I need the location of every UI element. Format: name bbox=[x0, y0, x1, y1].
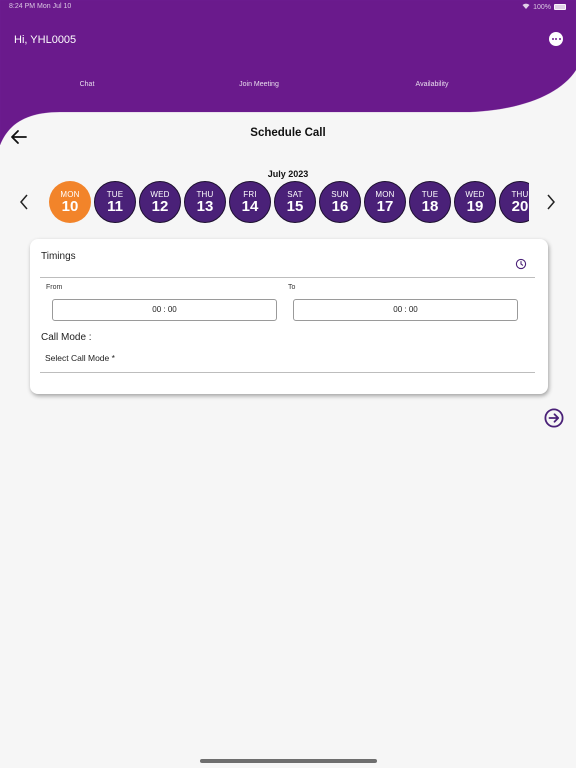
date-day-number: 14 bbox=[241, 197, 259, 215]
tab-availability[interactable]: Availability bbox=[416, 81, 449, 88]
date-item[interactable]: WED 19 bbox=[454, 181, 496, 223]
home-indicator[interactable] bbox=[200, 759, 377, 763]
from-time-input[interactable]: 00 : 00 bbox=[52, 299, 277, 321]
date-day-number: 10 bbox=[61, 197, 79, 215]
date-day-number: 15 bbox=[286, 197, 304, 215]
date-item[interactable]: THU 20 bbox=[499, 181, 529, 223]
clock-icon[interactable] bbox=[515, 258, 527, 270]
date-item[interactable]: TUE 18 bbox=[409, 181, 451, 223]
call-mode-select[interactable]: Select Call Mode * bbox=[45, 353, 115, 363]
battery-icon bbox=[554, 4, 566, 10]
date-day-number: 12 bbox=[151, 197, 169, 215]
date-day-number: 18 bbox=[421, 197, 439, 215]
to-time-input[interactable]: 00 : 00 bbox=[293, 299, 518, 321]
date-day-number: 20 bbox=[511, 197, 529, 215]
date-item[interactable]: FRI 14 bbox=[229, 181, 271, 223]
timings-label: Timings bbox=[41, 251, 76, 262]
greeting: Hi, YHL0005 bbox=[14, 34, 77, 46]
date-item[interactable]: WED 12 bbox=[139, 181, 181, 223]
date-item[interactable]: TUE 11 bbox=[94, 181, 136, 223]
date-day-number: 11 bbox=[107, 197, 123, 215]
to-label: To bbox=[288, 284, 296, 291]
date-item[interactable]: MON 17 bbox=[364, 181, 406, 223]
date-day-number: 19 bbox=[466, 197, 484, 215]
more-dot bbox=[558, 38, 561, 40]
tab-chat[interactable]: Chat bbox=[80, 81, 95, 88]
date-day-number: 13 bbox=[196, 197, 214, 215]
timings-divider bbox=[40, 277, 535, 278]
status-bar: 8:24 PM Mon Jul 10 100% bbox=[0, 2, 576, 14]
more-dots-icon bbox=[551, 38, 554, 40]
date-strip: MON 10 TUE 11 WED 12 THU 13 FRI 14 SAT 15 SUN 16 MON 17… bbox=[49, 181, 529, 223]
page-title: Schedule Call bbox=[250, 127, 326, 139]
status-time: 8:24 PM Mon Jul 10 bbox=[9, 3, 72, 10]
date-day-number: 17 bbox=[376, 197, 394, 215]
more-options-button[interactable] bbox=[549, 32, 563, 46]
date-day-number: 16 bbox=[331, 197, 349, 215]
date-item[interactable]: THU 13 bbox=[184, 181, 226, 223]
battery-percent: 100% bbox=[533, 3, 551, 11]
tab-join-meeting[interactable]: Join Meeting bbox=[239, 81, 279, 88]
next-arrow-icon[interactable] bbox=[544, 408, 564, 428]
date-item[interactable]: SAT 15 bbox=[274, 181, 316, 223]
chevron-right-icon[interactable] bbox=[545, 193, 557, 211]
date-item[interactable]: SUN 16 bbox=[319, 181, 361, 223]
wifi-icon bbox=[522, 3, 530, 11]
chevron-left-icon[interactable] bbox=[18, 193, 30, 211]
month-label: July 2023 bbox=[267, 169, 309, 179]
timings-card: Timings From 00 : 00 To 00 : 00 Call Mod… bbox=[30, 239, 548, 394]
call-mode-label: Call Mode : bbox=[41, 332, 92, 343]
more-dot bbox=[555, 38, 557, 40]
status-right: 100% bbox=[522, 3, 566, 11]
from-label: From bbox=[46, 284, 63, 291]
call-mode-divider bbox=[40, 372, 535, 373]
date-item[interactable]: MON 10 bbox=[49, 181, 91, 223]
